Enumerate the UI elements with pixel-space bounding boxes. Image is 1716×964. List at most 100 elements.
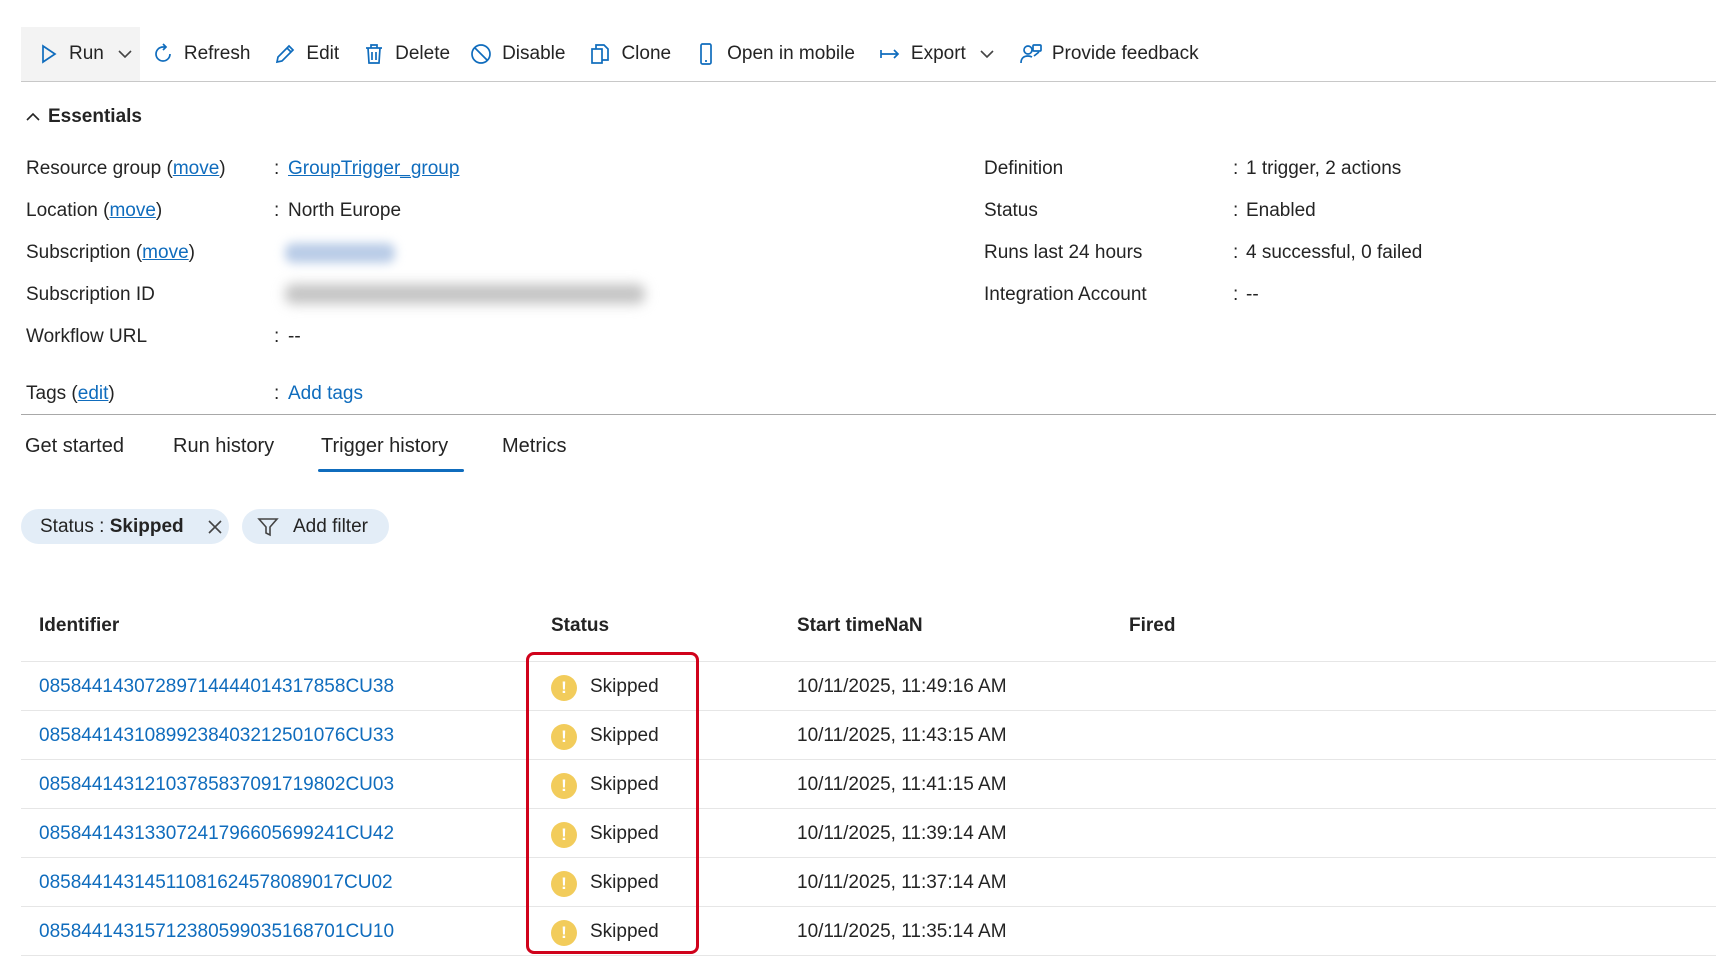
identifier-link[interactable]: 08584414310899238403212501076CU33 [39,725,394,747]
tags-label: Tags (edit) [26,383,115,404]
refresh-label: Refresh [183,43,251,64]
identifier-link[interactable]: 08584414307289714444014317858CU38 [39,676,394,698]
start-time: 10/11/2025, 11:49:16 AM [797,676,1007,697]
run-label: Run [69,43,104,64]
subscription-value-redacted[interactable] [285,243,395,263]
filter-value: Skipped [109,515,184,537]
row-divider [21,808,1716,809]
row-divider [21,955,1716,956]
colon: : [1233,200,1239,221]
subscription-move-link[interactable]: move [142,242,188,263]
provide-feedback-button[interactable]: Provide feedback [1018,27,1199,81]
tags-edit-link[interactable]: edit [78,383,109,404]
integration-account-label: Integration Account [984,284,1147,305]
export-button[interactable]: Export [877,27,996,81]
play-icon [35,41,61,67]
definition-value: 1 trigger, 2 actions [1246,158,1402,179]
clone-label: Clone [621,43,672,64]
colon: : [1233,284,1239,305]
edit-label: Edit [306,43,340,64]
open-in-mobile-button[interactable]: Open in mobile [693,27,855,81]
colon: : [274,158,280,179]
row-divider [21,661,1716,662]
status-label: Status [984,200,1038,221]
workflow-url-value: -- [288,326,301,347]
disable-button[interactable]: Disable [468,27,565,81]
clone-icon [587,41,613,67]
chevron-up-icon [26,112,40,121]
resource-group-move-link[interactable]: move [173,158,219,179]
open-in-mobile-label: Open in mobile [727,43,855,64]
essentials-toggle[interactable]: Essentials [24,106,142,128]
tab-run-history[interactable]: Run history [173,435,274,458]
tab-get-started[interactable]: Get started [25,435,124,458]
subscription-id-label: Subscription ID [26,284,155,305]
chevron-down-icon[interactable] [116,45,134,63]
edit-button[interactable]: Edit [272,27,339,81]
colon: : [274,200,280,221]
resource-group-label: Resource group (move) [26,158,226,179]
mobile-icon [693,41,719,67]
workflow-url-label: Workflow URL [26,326,148,347]
divider [21,414,1716,415]
filter-key: Status [40,515,94,537]
identifier-link[interactable]: 08584414314511081624578089017CU02 [39,872,393,894]
subscription-id-redacted [285,284,645,304]
identifier-link[interactable]: 08584414313307241796605699241CU42 [39,823,394,845]
start-time: 10/11/2025, 11:39:14 AM [797,823,1007,844]
location-move-link[interactable]: move [109,200,155,221]
filter-icon [257,517,279,536]
colon: : [274,326,280,347]
column-header-fired[interactable]: Fired [1129,615,1175,637]
clone-button[interactable]: Clone [587,27,671,81]
location-value: North Europe [288,200,402,221]
delete-button[interactable]: Delete [361,27,450,81]
column-header-identifier[interactable]: Identifier [39,615,119,637]
integration-account-value: -- [1246,284,1259,305]
row-divider [21,857,1716,858]
row-divider [21,759,1716,760]
start-time: 10/11/2025, 11:35:14 AM [797,921,1007,942]
essentials-title: Essentials [48,106,142,127]
active-tab-indicator [318,469,464,472]
start-time: 10/11/2025, 11:43:15 AM [797,725,1007,746]
tab-trigger-history[interactable]: Trigger history [321,435,448,458]
add-filter-label: Add filter [293,515,368,537]
disable-label: Disable [502,43,566,64]
trash-icon [361,41,387,67]
row-divider [21,906,1716,907]
definition-label: Definition [984,158,1064,179]
start-time: 10/11/2025, 11:41:15 AM [797,774,1007,795]
refresh-icon [150,41,176,67]
command-bar: Run Refresh Edit Delete Disable Clone Op… [21,27,1716,82]
pencil-icon [272,41,298,67]
feedback-icon [1018,41,1044,67]
subscription-label: Subscription (move) [26,242,195,263]
close-icon[interactable] [206,518,224,536]
status-value: Enabled [1246,200,1316,221]
delete-label: Delete [395,43,451,64]
start-time: 10/11/2025, 11:37:14 AM [797,872,1007,893]
identifier-link[interactable]: 08584414315712380599035168701CU10 [39,921,394,943]
filter-separator: : [93,515,110,537]
column-header-status[interactable]: Status [551,615,609,637]
run-button[interactable]: Run [21,27,140,81]
chevron-down-icon [980,50,994,59]
column-header-start-time[interactable]: Start timeNaN [797,615,923,637]
disable-icon [468,41,494,67]
colon: : [274,383,280,404]
status-highlight-annotation [526,652,699,954]
row-divider [21,710,1716,711]
identifier-link[interactable]: 08584414312103785837091719802CU03 [39,774,394,796]
export-icon [877,41,903,67]
resource-group-link[interactable]: GroupTrigger_group [288,158,459,180]
refresh-button[interactable]: Refresh [150,27,251,81]
colon: : [1233,158,1239,179]
runs-last-24-hours-value: 4 successful, 0 failed [1246,242,1423,263]
add-tags-link[interactable]: Add tags [288,383,363,405]
status-filter-pill[interactable]: Status : Skipped [21,509,229,544]
add-filter-button[interactable]: Add filter [242,509,389,544]
location-label: Location (move) [26,200,163,221]
colon: : [1233,242,1239,263]
tab-metrics[interactable]: Metrics [502,435,566,458]
